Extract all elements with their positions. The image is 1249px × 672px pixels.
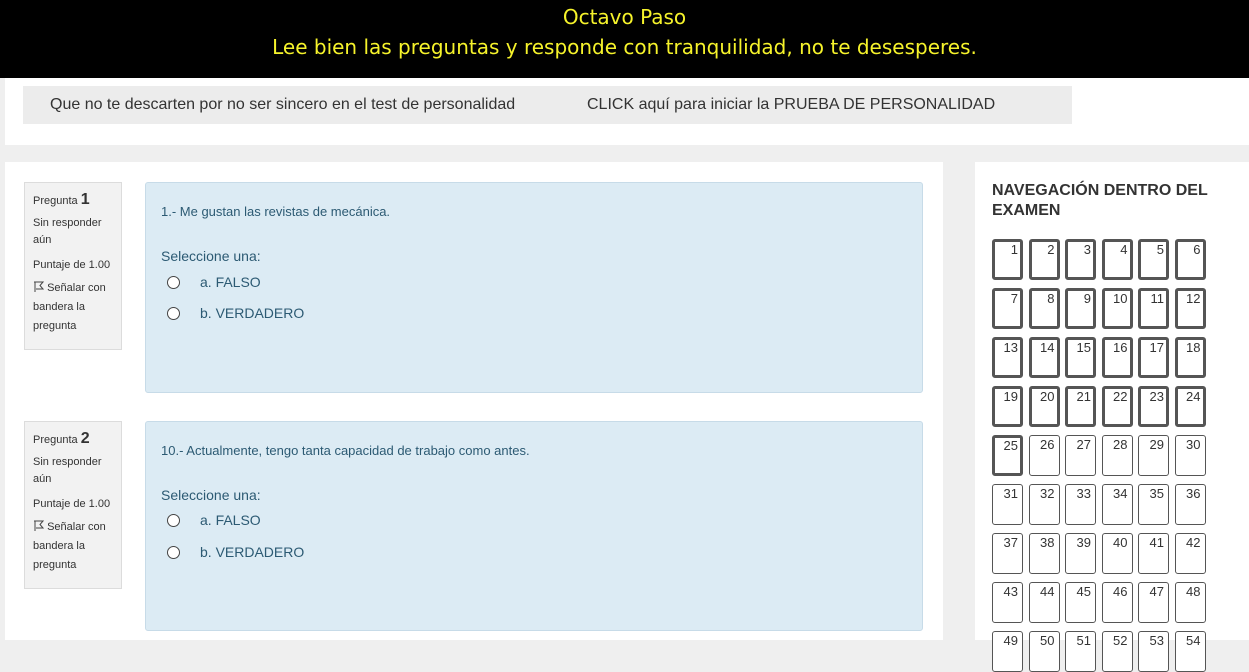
question-number: 2	[80, 430, 90, 447]
question-nav-button[interactable]: 24	[1174, 386, 1206, 427]
question-nav-button[interactable]: 15	[1065, 337, 1096, 378]
question-nav-button[interactable]: 39	[1065, 533, 1096, 574]
question-label: Pregunta	[33, 434, 78, 446]
flag-icon	[33, 280, 45, 292]
breadcrumb: Que no te descarten por no ser sincero e…	[5, 78, 1249, 145]
question-nav-button[interactable]: 37	[992, 533, 1023, 574]
question-nav-button[interactable]: 14	[1028, 337, 1060, 378]
question-nav-button[interactable]: 29	[1138, 435, 1169, 476]
option-label: b. VERDADERO	[200, 305, 305, 321]
question-nav-button[interactable]: 16	[1101, 337, 1133, 378]
question-nav-button[interactable]: 1	[992, 239, 1023, 280]
radio-icon[interactable]	[167, 514, 180, 527]
radio-icon[interactable]	[167, 276, 180, 289]
question-nav-button[interactable]: 30	[1174, 435, 1206, 476]
question-content: 10.- Actualmente, tengo tanta capacidad …	[145, 421, 923, 631]
question-state: Sin responder aún	[33, 456, 102, 485]
question-text: 1.- Me gustan las revistas de mecánica.	[161, 204, 391, 219]
question-nav-button[interactable]: 25	[992, 435, 1023, 476]
flag-label: Señalar con bandera la pregunta	[33, 521, 106, 571]
radio-icon[interactable]	[167, 307, 180, 320]
answer-option-true[interactable]: b. VERDADERO	[167, 544, 304, 560]
question-nav-button[interactable]: 11	[1138, 288, 1169, 329]
question-nav-button[interactable]: 51	[1065, 631, 1096, 672]
question-score: Puntaje de 1.00	[33, 498, 111, 510]
question-nav-button[interactable]: 33	[1065, 484, 1096, 525]
question-nav-button[interactable]: 21	[1065, 386, 1096, 427]
question-nav-button[interactable]: 45	[1065, 582, 1096, 623]
question-nav-button[interactable]: 26	[1028, 435, 1060, 476]
navigation-title: NAVEGACIÓN DENTRO DEL EXAMEN	[992, 182, 1208, 219]
question-nav-button[interactable]: 4	[1101, 239, 1133, 280]
question-nav-button[interactable]: 3	[1065, 239, 1096, 280]
question-nav-button[interactable]: 40	[1101, 533, 1133, 574]
question-nav-button[interactable]: 46	[1101, 582, 1133, 623]
answer-prompt: Seleccione una:	[161, 487, 261, 503]
question-nav-button[interactable]: 10	[1101, 288, 1133, 329]
question-text: 10.- Actualmente, tengo tanta capacidad …	[161, 443, 530, 458]
question-nav-button[interactable]: 47	[1138, 582, 1169, 623]
question-label: Pregunta	[33, 195, 78, 207]
question-nav-button[interactable]: 54	[1174, 631, 1206, 672]
flag-icon	[33, 519, 45, 531]
question-area: Pregunta 1 Sin responder aún Puntaje de …	[5, 162, 943, 640]
breadcrumb-label: Que no te descarten por no ser sincero e…	[50, 96, 516, 113]
question-nav-button[interactable]: 34	[1101, 484, 1133, 525]
instruction-banner: Octavo Paso Lee bien las preguntas y res…	[0, 0, 1249, 78]
flag-question-link[interactable]: Señalar con bandera la pregunta	[33, 279, 121, 336]
question-nav-button[interactable]: 6	[1174, 239, 1206, 280]
question-nav-button[interactable]: 20	[1028, 386, 1060, 427]
question-nav-button[interactable]: 23	[1138, 386, 1169, 427]
question-score: Puntaje de 1.00	[33, 259, 111, 271]
breadcrumb-item-quiz[interactable]: CLICK aquí para iniciar la PRUEBA DE PER…	[565, 86, 1072, 124]
banner-title: Octavo Paso	[562, 5, 687, 29]
question-nav-button[interactable]: 5	[1138, 239, 1169, 280]
answer-option-false[interactable]: a. FALSO	[167, 274, 261, 290]
question-nav-button[interactable]: 2	[1028, 239, 1060, 280]
question-nav-button[interactable]: 42	[1174, 533, 1206, 574]
question-nav-button[interactable]: 9	[1065, 288, 1096, 329]
question-number: 1	[80, 191, 90, 208]
question-nav-button[interactable]: 35	[1138, 484, 1169, 525]
question-nav-button[interactable]: 49	[992, 631, 1023, 672]
question-info: Pregunta 1 Sin responder aún Puntaje de …	[24, 182, 122, 350]
question-state: Sin responder aún	[33, 217, 102, 246]
question-content: 1.- Me gustan las revistas de mecánica. …	[145, 182, 923, 393]
question-nav-button[interactable]: 8	[1028, 288, 1060, 329]
option-label: a. FALSO	[200, 512, 261, 528]
question-nav-button[interactable]: 7	[992, 288, 1023, 329]
question-nav-button[interactable]: 19	[992, 386, 1023, 427]
question-nav-button[interactable]: 38	[1028, 533, 1060, 574]
banner-subtitle: Lee bien las preguntas y responde con tr…	[272, 35, 977, 59]
option-label: b. VERDADERO	[200, 544, 305, 560]
question-nav-button[interactable]: 12	[1174, 288, 1206, 329]
question-nav-button[interactable]: 43	[992, 582, 1023, 623]
question-nav-button[interactable]: 36	[1174, 484, 1206, 525]
answer-prompt: Seleccione una:	[161, 248, 261, 264]
question-info: Pregunta 2 Sin responder aún Puntaje de …	[24, 421, 122, 589]
question-nav-button[interactable]: 41	[1138, 533, 1169, 574]
flag-question-link[interactable]: Señalar con bandera la pregunta	[33, 518, 121, 575]
question-nav-button[interactable]: 50	[1028, 631, 1060, 672]
answer-option-false[interactable]: a. FALSO	[167, 512, 261, 528]
question-nav-button[interactable]: 22	[1101, 386, 1133, 427]
question-nav-button[interactable]: 32	[1028, 484, 1060, 525]
question-nav-button[interactable]: 53	[1138, 631, 1169, 672]
question-nav-button[interactable]: 18	[1174, 337, 1206, 378]
question-nav-button[interactable]: 27	[1065, 435, 1096, 476]
option-label: a. FALSO	[200, 274, 261, 290]
question-nav-button[interactable]: 31	[992, 484, 1023, 525]
breadcrumb-item-course[interactable]: Que no te descarten por no ser sincero e…	[23, 86, 604, 124]
question-nav-button[interactable]: 52	[1101, 631, 1133, 672]
question-nav-button[interactable]: 17	[1138, 337, 1169, 378]
breadcrumb-label: CLICK aquí para iniciar la PRUEBA DE PER…	[587, 96, 996, 113]
question-nav-button[interactable]: 44	[1028, 582, 1060, 623]
question-nav-button[interactable]: 13	[992, 337, 1023, 378]
quiz-navigation: NAVEGACIÓN DENTRO DEL EXAMEN 1 2 3 4 5 6 7 8 9 10…	[975, 162, 1249, 672]
question-nav-button[interactable]: 48	[1174, 582, 1206, 623]
radio-icon[interactable]	[167, 546, 180, 559]
answer-option-true[interactable]: b. VERDADERO	[167, 305, 304, 321]
question-nav-button[interactable]: 28	[1101, 435, 1133, 476]
flag-label: Señalar con bandera la pregunta	[33, 282, 106, 332]
